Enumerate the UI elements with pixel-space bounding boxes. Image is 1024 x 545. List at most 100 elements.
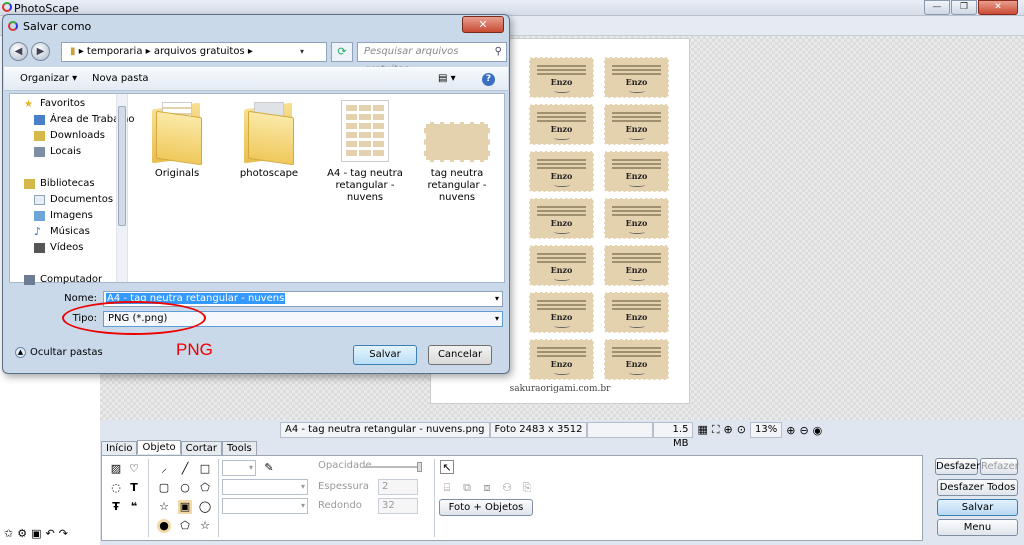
address-bar[interactable]: ▮ ▸ temporaria ▸ arquivos gratuitos ▸ ▾ bbox=[61, 42, 327, 62]
minimize-button[interactable]: — bbox=[924, 0, 950, 15]
locations-icon bbox=[34, 146, 45, 157]
star-icon[interactable]: ✩ bbox=[4, 527, 13, 540]
fill-circle-icon[interactable]: ● bbox=[157, 519, 171, 533]
rounded-spinner[interactable]: 32 bbox=[378, 498, 418, 514]
opacity-slider[interactable] bbox=[364, 462, 422, 472]
tree-images[interactable]: Imagens bbox=[34, 210, 93, 221]
tree-videos[interactable]: Vídeos bbox=[34, 242, 83, 253]
rounded-rect-icon[interactable]: ▢ bbox=[157, 481, 171, 495]
view-options-icon[interactable]: ▤ ▾ bbox=[438, 73, 456, 84]
zoom-fit-icon[interactable]: ⊙ bbox=[737, 423, 746, 437]
heart-icon[interactable]: ♡ bbox=[127, 462, 141, 476]
checker-icon[interactable]: ▦ bbox=[697, 423, 707, 437]
folder-icon[interactable]: ▣ bbox=[31, 527, 41, 540]
save-button[interactable]: Salvar bbox=[937, 499, 1018, 516]
zoom-buttons: ⊕ ⊖ ◉ bbox=[786, 424, 822, 437]
organize-menu[interactable]: Organizar ▾ bbox=[20, 73, 77, 84]
redo-button[interactable]: Refazer bbox=[980, 458, 1019, 475]
undo-button[interactable]: Desfazer bbox=[935, 458, 980, 475]
circle-outline-icon[interactable]: ◯ bbox=[198, 500, 212, 514]
zoom-out-icon[interactable]: ⊖ bbox=[799, 424, 808, 437]
tab-inicio[interactable]: Início bbox=[101, 441, 138, 455]
object-tool-4-icon[interactable]: ⚇ bbox=[500, 481, 514, 495]
help-icon[interactable]: ? bbox=[482, 73, 495, 86]
image-icon[interactable]: ▨ bbox=[109, 462, 123, 476]
file-item-photoscape[interactable]: photoscape bbox=[228, 100, 310, 180]
forward-button[interactable]: ▶ bbox=[31, 42, 50, 61]
dialog-close-button[interactable]: ✕ bbox=[462, 16, 504, 33]
tag-signature bbox=[554, 277, 570, 281]
menu-button[interactable]: Menu bbox=[937, 519, 1018, 536]
tree-label: Vídeos bbox=[50, 242, 84, 253]
close-button[interactable]: ✕ bbox=[978, 0, 1018, 15]
refresh-button[interactable]: ⟳ bbox=[331, 42, 353, 62]
photo-objects-button[interactable]: Foto + Objetos bbox=[439, 499, 533, 516]
tab-cortar[interactable]: Cortar bbox=[180, 441, 223, 455]
fit-icon[interactable]: ⛶ bbox=[712, 423, 720, 437]
quote-icon[interactable]: ❝ bbox=[127, 500, 141, 514]
tree-music[interactable]: ♪ Músicas bbox=[34, 226, 90, 238]
speech-bubble-icon[interactable]: ◌ bbox=[109, 481, 123, 495]
tree-favorites[interactable]: ★ Favoritos bbox=[24, 98, 85, 110]
chevron-down-icon[interactable]: ▾ bbox=[495, 312, 499, 326]
dialog-save-button[interactable]: Salvar bbox=[353, 345, 417, 365]
color-picker-combo[interactable]: ▾ bbox=[222, 460, 256, 476]
zoom-in-icon[interactable]: ⊕ bbox=[786, 424, 795, 437]
tag-signature bbox=[554, 136, 570, 140]
maximize-button[interactable]: ❐ bbox=[951, 0, 977, 15]
file-item-a4-tag[interactable]: A4 - tag neutra retangular - nuvens bbox=[324, 100, 406, 204]
fill-rect-icon[interactable]: ▣ bbox=[178, 500, 192, 514]
object-tool-3-icon[interactable]: ⧈ bbox=[480, 481, 494, 495]
tree-scrollbar[interactable] bbox=[116, 94, 127, 282]
zoom-actual-icon[interactable]: ⊕ bbox=[724, 423, 733, 437]
thickness-spinner[interactable]: 2 bbox=[378, 479, 418, 495]
back-button[interactable]: ◀ bbox=[9, 42, 28, 61]
tag-text-lines bbox=[537, 253, 586, 255]
file-item-tag[interactable]: tag neutra retangular - nuvens bbox=[416, 100, 498, 204]
hide-folders-toggle[interactable]: ▲ Ocultar pastas bbox=[15, 347, 103, 358]
tools-icon[interactable]: ⚙ bbox=[17, 527, 27, 540]
tag-text-lines bbox=[537, 65, 586, 67]
search-input[interactable]: Pesquisar arquivos gratuitos ⚲ bbox=[357, 42, 507, 75]
tag-name: Enzo bbox=[550, 265, 573, 275]
tree-locations[interactable]: Locais bbox=[34, 146, 81, 157]
tab-tools[interactable]: Tools bbox=[222, 441, 257, 455]
rectangle-icon[interactable]: □ bbox=[198, 462, 212, 476]
tree-downloads[interactable]: Downloads bbox=[34, 130, 105, 141]
text-tool-icon[interactable]: T bbox=[127, 481, 141, 495]
tree-scrollbar-thumb[interactable] bbox=[118, 106, 126, 226]
circle-icon[interactable]: ○ bbox=[178, 481, 192, 495]
red-annotation-ellipse bbox=[62, 301, 206, 335]
address-dropdown-icon[interactable]: ▾ bbox=[300, 43, 304, 61]
breadcrumb-item[interactable]: arquivos gratuitos bbox=[154, 46, 245, 57]
pointer-icon[interactable]: ↖ bbox=[440, 460, 454, 474]
tree-libraries[interactable]: Bibliotecas bbox=[24, 178, 95, 189]
star-shape-icon[interactable]: ☆ bbox=[157, 500, 171, 514]
new-folder-button[interactable]: Nova pasta bbox=[92, 73, 149, 84]
text-style-icon[interactable]: Ŧ bbox=[109, 500, 123, 514]
undo-all-button[interactable]: Desfazer Todos bbox=[937, 479, 1018, 496]
tree-documents[interactable]: Documentos bbox=[34, 194, 113, 205]
zoom-reset-icon[interactable]: ◉ bbox=[813, 424, 823, 437]
back-icon[interactable]: ↶ bbox=[46, 527, 55, 540]
dash-style-combo[interactable]: ▾ bbox=[222, 498, 308, 514]
breadcrumb-item[interactable]: temporaria bbox=[87, 46, 143, 57]
tab-objeto[interactable]: Objeto bbox=[137, 440, 181, 454]
pentagon-icon[interactable]: ⬠ bbox=[198, 481, 212, 495]
chevron-down-icon[interactable]: ▾ bbox=[495, 292, 499, 306]
line-style-combo[interactable]: ▾ bbox=[222, 479, 308, 495]
file-item-originals[interactable]: Originals bbox=[136, 100, 218, 180]
star-outline-icon[interactable]: ☆ bbox=[198, 519, 212, 533]
brush-icon[interactable]: ⸝ bbox=[157, 462, 171, 476]
pentagon-outline-icon[interactable]: ⬠ bbox=[178, 519, 192, 533]
object-tool-5-icon[interactable]: ⎘ bbox=[520, 481, 534, 495]
dialog-cancel-button[interactable]: Cancelar bbox=[428, 345, 492, 365]
object-tool-2-icon[interactable]: ⧉ bbox=[460, 481, 474, 495]
forward-icon[interactable]: ↷ bbox=[59, 527, 68, 540]
object-tool-1-icon[interactable]: ⌸ bbox=[440, 481, 454, 495]
tree-label: Computador bbox=[40, 274, 103, 285]
opacity-slider-handle[interactable] bbox=[417, 462, 422, 472]
line-icon[interactable]: ╱ bbox=[178, 462, 192, 476]
eyedropper-icon[interactable]: ✎ bbox=[262, 461, 276, 475]
tree-computer[interactable]: Computador bbox=[24, 274, 102, 285]
